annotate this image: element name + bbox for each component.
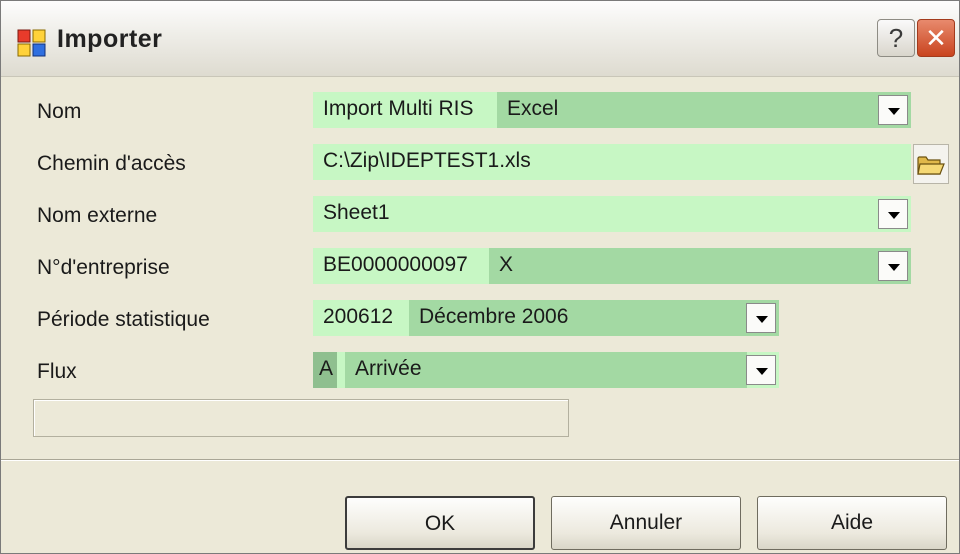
periode-value: Décembre 2006 [409,300,779,336]
chemin-label: Chemin d'accès [37,152,186,175]
cancel-button[interactable]: Annuler [551,496,741,550]
nom-combobox[interactable]: Import Multi RIS Excel [313,92,911,128]
chemin-input[interactable]: C:\Zip\IDEPTEST1.xls [313,144,911,180]
flux-code: A [313,352,337,388]
periode-code: 200612 [313,300,407,336]
entreprise-value: X [489,248,911,284]
import-app-icon [17,29,46,57]
title-bar[interactable]: Importer ? ✕ [1,1,959,77]
nom-externe-label: Nom externe [37,204,158,227]
periode-combobox[interactable]: 200612 Décembre 2006 [313,300,779,336]
flux-label: Flux [37,360,77,383]
nom-externe-combobox[interactable]: Sheet1 [313,196,911,232]
entreprise-code: BE0000000097 [313,248,487,284]
window-title: Importer [57,25,163,53]
close-button[interactable]: ✕ [917,19,955,57]
entreprise-label: N°d'entreprise [37,256,170,279]
chevron-down-icon[interactable] [878,95,908,125]
chevron-down-icon[interactable] [746,303,776,333]
nom-externe-value: Sheet1 [313,196,911,232]
periode-label: Période statistique [37,308,210,331]
nom-value: Excel [497,92,911,128]
ok-button[interactable]: OK [345,496,535,550]
chevron-down-icon[interactable] [878,199,908,229]
flux-combobox[interactable]: A Arrivée [313,352,779,388]
help-button[interactable]: Aide [757,496,947,550]
nom-label: Nom [37,100,82,123]
import-dialog: Importer ? ✕ Nom Import Multi RIS Excel … [0,0,960,554]
progress-bar [33,399,569,437]
flux-value: Arrivée [345,352,747,388]
entreprise-combobox[interactable]: BE0000000097 X [313,248,911,284]
chevron-down-icon[interactable] [746,355,776,385]
help-title-button[interactable]: ? [877,19,915,57]
nom-code: Import Multi RIS [313,92,495,128]
chemin-value: C:\Zip\IDEPTEST1.xls [313,144,911,180]
folder-open-icon[interactable] [913,144,949,184]
chevron-down-icon[interactable] [878,251,908,281]
separator-highlight [1,460,959,461]
